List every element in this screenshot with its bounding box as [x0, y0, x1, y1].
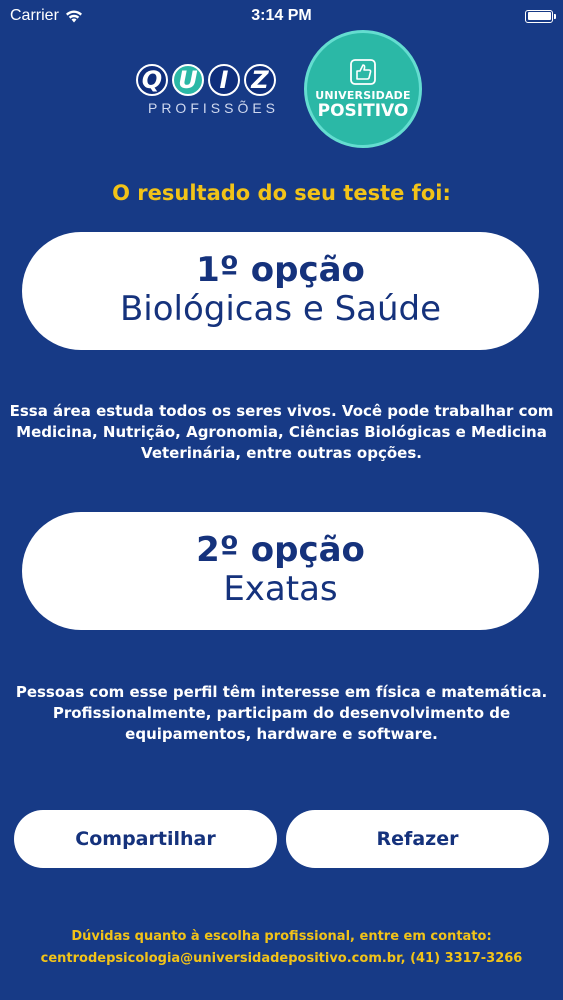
quiz-letter-q: Q: [136, 64, 168, 96]
battery-icon: [525, 9, 556, 23]
second-option-area: Exatas: [223, 569, 338, 610]
quiz-profissoes-logo: Q U I Z PROFISSÕES: [136, 64, 291, 116]
first-option-description: Essa área estuda todos os seres vivos. V…: [9, 402, 554, 462]
first-option-rank: 1º opção: [196, 249, 365, 290]
quiz-letter-z: Z: [244, 64, 276, 96]
status-left: Carrier: [10, 7, 83, 25]
university-name-line2: POSITIVO: [317, 101, 409, 121]
second-option-rank: 2º opção: [196, 529, 365, 570]
clock-time: 3:14 PM: [251, 7, 312, 24]
contact-details[interactable]: centrodepsicologia@universidadepositivo.…: [0, 948, 563, 970]
battery-level: [527, 12, 551, 20]
thumbs-up-icon: [350, 59, 376, 85]
wifi-icon: [65, 10, 82, 22]
contact-info: Dúvidas quanto à escolha profissional, e…: [0, 926, 563, 970]
header-logos: Q U I Z PROFISSÕES UNIVERSIDADE POSITIVO: [0, 30, 563, 158]
share-button[interactable]: Compartilhar: [14, 810, 277, 868]
carrier-label: Carrier: [10, 7, 59, 24]
quiz-letters: Q U I Z: [136, 64, 291, 96]
contact-prompt: Dúvidas quanto à escolha profissional, e…: [71, 929, 492, 944]
redo-button[interactable]: Refazer: [286, 810, 549, 868]
second-option-card: 2º opção Exatas: [22, 512, 539, 630]
universidade-positivo-logo: UNIVERSIDADE POSITIVO: [304, 30, 422, 148]
status-bar: Carrier 3:14 PM: [0, 0, 563, 32]
quiz-subtitle: PROFISSÕES: [147, 100, 280, 116]
quiz-letter-u: U: [172, 64, 204, 96]
first-option-area: Biológicas e Saúde: [119, 289, 442, 330]
quiz-letter-i: I: [208, 64, 240, 96]
first-option-card: 1º opção Biológicas e Saúde: [22, 232, 539, 350]
second-option-description: Pessoas com esse perfil têm interesse em…: [15, 683, 548, 743]
result-heading: O resultado do seu teste foi:: [112, 181, 451, 205]
